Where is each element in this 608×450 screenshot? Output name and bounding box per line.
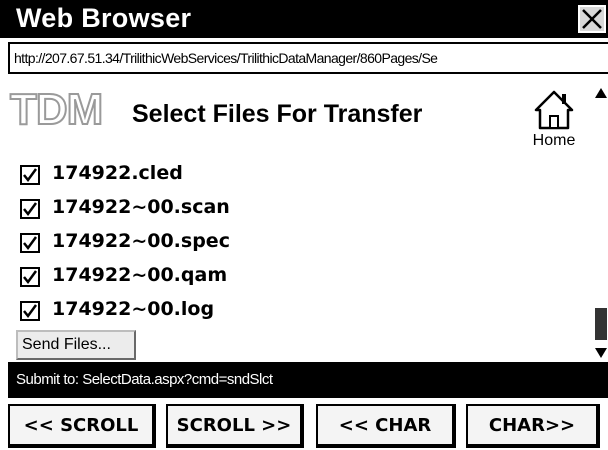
file-name: 174922~00.qam xyxy=(52,264,228,286)
char-right-button[interactable]: CHAR>> xyxy=(466,404,600,448)
send-files-button[interactable]: Send Files... xyxy=(16,330,136,360)
scroll-right-button[interactable]: SCROLL >> xyxy=(166,404,304,448)
url-input[interactable] xyxy=(10,44,608,72)
address-bar[interactable] xyxy=(8,42,608,74)
file-checkbox[interactable] xyxy=(20,165,40,185)
tdm-logo: TDM xyxy=(9,85,104,134)
window-title: Web Browser xyxy=(16,3,192,33)
scroll-thumb[interactable] xyxy=(595,308,607,340)
title-bar: Web Browser xyxy=(0,0,608,38)
checkmark-icon xyxy=(23,270,38,285)
home-icon xyxy=(534,90,574,130)
page-title: Select Files For Transfer xyxy=(132,100,423,128)
checkmark-icon xyxy=(23,202,38,217)
scroll-left-button[interactable]: << SCROLL xyxy=(8,404,156,448)
file-checkbox[interactable] xyxy=(20,233,40,253)
file-checkbox[interactable] xyxy=(20,199,40,219)
char-left-button[interactable]: << CHAR xyxy=(316,404,456,448)
vertical-scrollbar[interactable] xyxy=(594,76,608,362)
checkmark-icon xyxy=(23,236,38,251)
checkmark-icon xyxy=(23,168,38,183)
close-icon xyxy=(582,9,602,29)
scroll-down-icon[interactable] xyxy=(594,342,608,362)
status-text: Submit to: SelectData.aspx?cmd=sndSlct xyxy=(16,371,273,388)
file-name: 174922~00.scan xyxy=(52,196,230,218)
close-button[interactable] xyxy=(578,5,606,33)
file-name: 174922~00.spec xyxy=(52,230,230,252)
scroll-up-icon[interactable] xyxy=(594,84,608,104)
checkmark-icon xyxy=(23,304,38,319)
file-name: 174922.cled xyxy=(52,162,183,184)
status-bar: Submit to: SelectData.aspx?cmd=sndSlct xyxy=(8,362,608,398)
page-content: TDM Select Files For Transfer Home 17492… xyxy=(8,76,594,362)
file-checkbox[interactable] xyxy=(20,267,40,287)
file-checkbox[interactable] xyxy=(20,301,40,321)
home-label: Home xyxy=(532,132,576,149)
file-name: 174922~00.log xyxy=(52,298,215,320)
navigation-button-bar: << SCROLL SCROLL >> << CHAR CHAR>> xyxy=(0,398,608,450)
home-button[interactable]: Home xyxy=(524,86,584,152)
